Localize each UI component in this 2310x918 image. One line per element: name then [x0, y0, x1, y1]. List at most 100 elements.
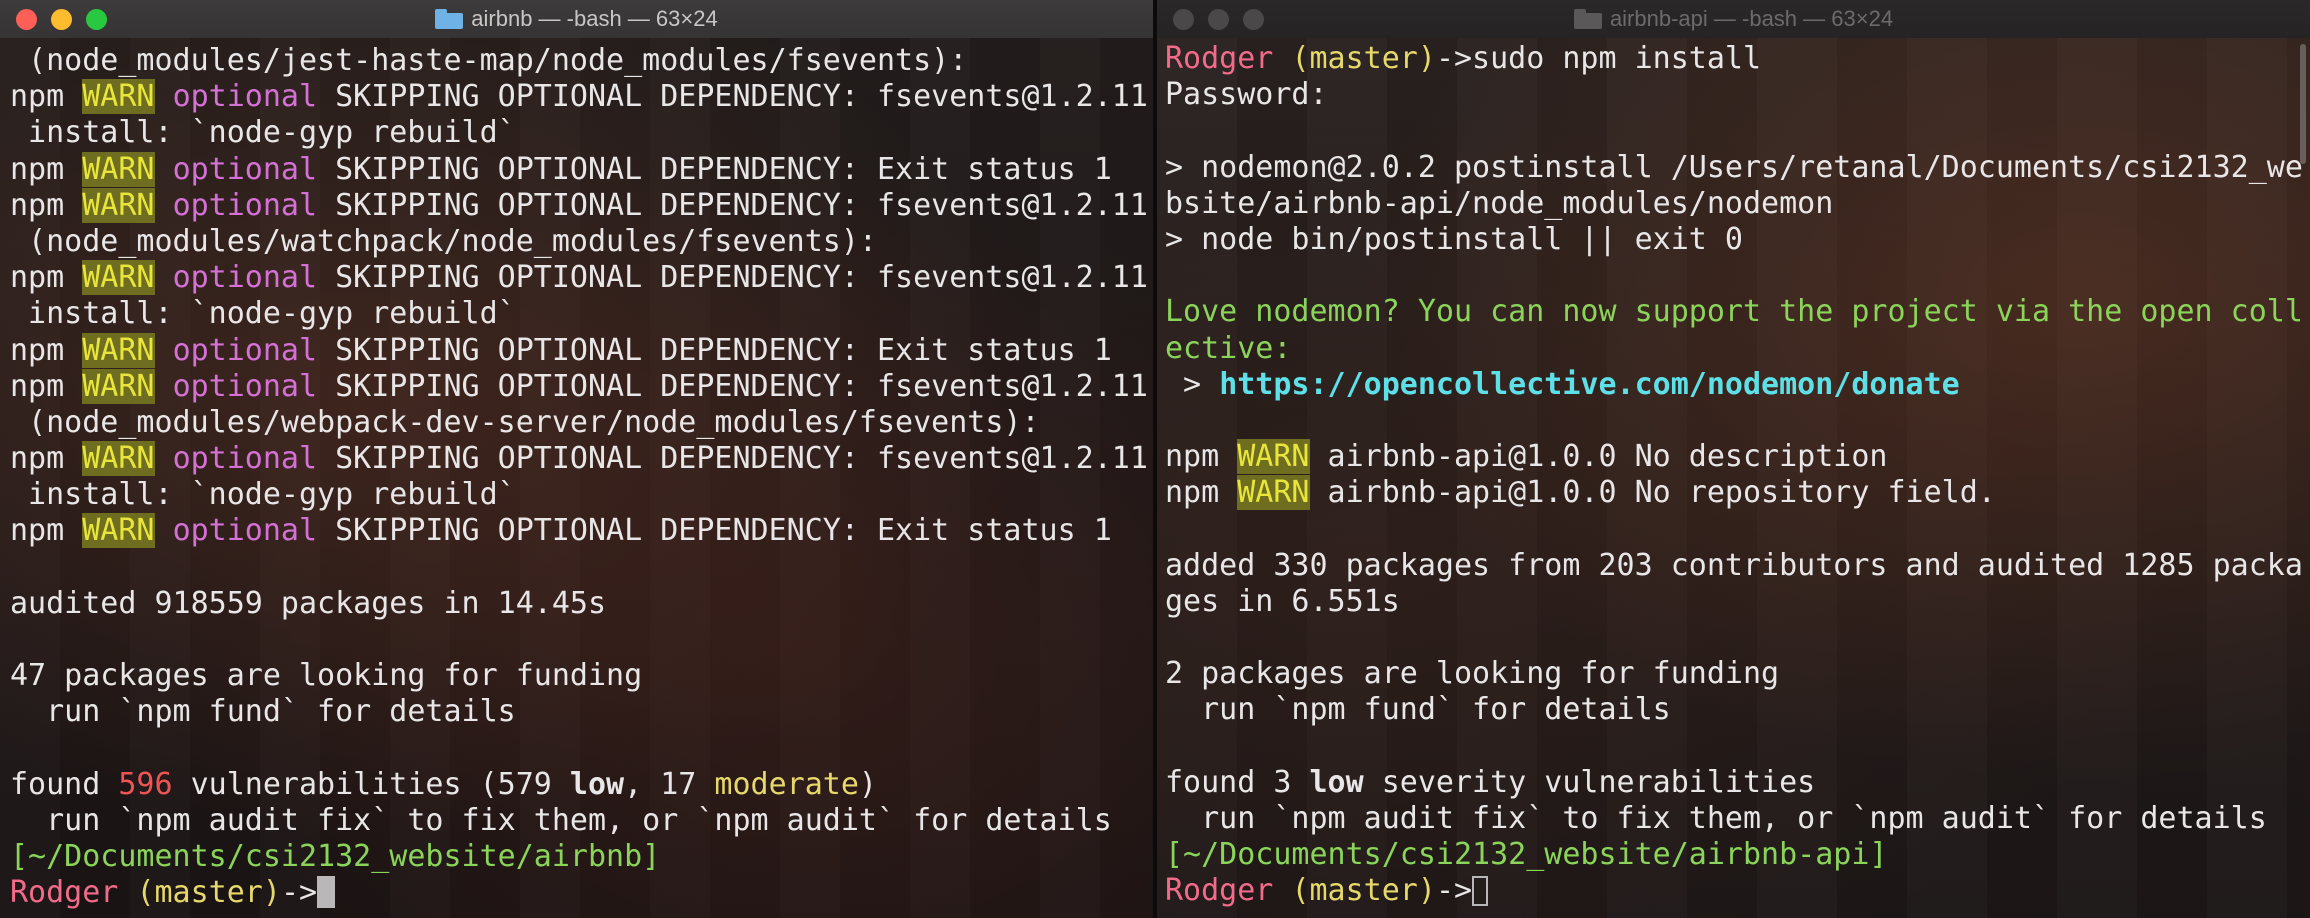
terminal-line: bsite/airbnb-api/node_modules/nodemon: [1165, 186, 2300, 222]
terminal-text: > nodemon@2.0.2 postinstall /Users/retan…: [1165, 149, 2303, 185]
terminal-line: [~/Documents/csi2132_website/airbnb]: [10, 839, 1143, 875]
close-button[interactable]: [16, 9, 37, 30]
window-title: airbnb — -bash — 63×24: [471, 6, 718, 31]
terminal-text: audited 918559 packages in 14.45s: [10, 585, 607, 621]
terminal-text: npm: [10, 368, 83, 404]
terminal-text: run `npm audit fix` to fix them, or `npm…: [1165, 800, 2267, 836]
close-button[interactable]: [1173, 9, 1194, 30]
terminal-line: npm WARN optional SKIPPING OPTIONAL DEPE…: [10, 513, 1143, 549]
terminal-text: ective:: [1165, 330, 1292, 366]
terminal-text: (node_modules/jest-haste-map/node_module…: [10, 43, 968, 78]
terminal-window-airbnb-api[interactable]: airbnb-api — -bash — 63×24 Rodger (maste…: [1157, 0, 2310, 918]
minimize-button[interactable]: [1208, 9, 1229, 30]
terminal-text: (node_modules/watchpack/node_modules/fse…: [10, 223, 877, 259]
terminal-text: optional: [172, 187, 318, 223]
title-bar[interactable]: airbnb-api — -bash — 63×24: [1157, 0, 2310, 38]
terminal-text: found 3: [1165, 764, 1310, 800]
terminal-text: ->sudo npm install: [1435, 41, 1762, 76]
terminal-text: 596: [118, 766, 173, 802]
terminal-text: run `npm audit fix` to fix them, or `npm…: [10, 802, 1112, 838]
terminal-line: (node_modules/jest-haste-map/node_module…: [10, 43, 1143, 79]
terminal-line: npm WARN airbnb-api@1.0.0 No repository …: [1165, 475, 2300, 511]
terminal-text: (master): [1291, 41, 1436, 76]
warn-badge: WARN: [82, 79, 155, 115]
terminal-line: 2 packages are looking for funding: [1165, 656, 2300, 692]
terminal-text: optional: [172, 441, 318, 477]
zoom-button[interactable]: [86, 9, 107, 30]
terminal-text: > node bin/postinstall || exit 0: [1165, 221, 1743, 257]
terminal-line: > nodemon@2.0.2 postinstall /Users/retan…: [1165, 149, 2303, 186]
terminal-text: low: [569, 766, 625, 802]
warn-badge: WARN: [82, 151, 155, 187]
terminal-line: found 3 low severity vulnerabilities: [1165, 765, 2300, 801]
terminal-text: 2 packages are looking for funding: [1165, 656, 1780, 692]
title-bar[interactable]: airbnb — -bash — 63×24: [0, 0, 1153, 38]
terminal-text: install: `node-gyp rebuild`: [10, 115, 516, 151]
terminal-text: optional: [172, 368, 318, 404]
zoom-button[interactable]: [1243, 9, 1264, 30]
terminal-text: SKIPPING OPTIONAL DEPENDENCY: fsevents@1…: [317, 79, 1148, 115]
terminal-text: ): [858, 766, 877, 802]
terminal-line: Rodger (master)->: [1165, 873, 2300, 909]
terminal-line: Rodger (master)->sudo npm install: [1165, 41, 2300, 77]
terminal-text: Password:: [1165, 77, 1328, 113]
terminal-line: (node_modules/webpack-dev-server/node_mo…: [10, 405, 1143, 441]
terminal-line: npm WARN optional SKIPPING OPTIONAL DEPE…: [10, 332, 1143, 369]
terminal-output[interactable]: Rodger (master)->sudo npm install Passwor…: [1165, 41, 2303, 910]
folder-icon: [435, 9, 464, 29]
warn-badge: WARN: [82, 441, 155, 477]
terminal-line: [~/Documents/csi2132_website/airbnb-api]: [1165, 837, 2300, 873]
terminal-line: Password:: [1165, 77, 2300, 113]
terminal-text: install: `node-gyp rebuild`: [10, 477, 516, 513]
terminal-text: SKIPPING OPTIONAL DEPENDENCY: fsevents@1…: [317, 260, 1148, 296]
terminal-line: ges in 6.551s: [1165, 584, 2300, 620]
terminal-text: ges in 6.551s: [1165, 583, 1400, 619]
terminal-line: npm WARN optional SKIPPING OPTIONAL DEPE…: [10, 441, 1148, 477]
terminal-line: (node_modules/watchpack/node_modules/fse…: [10, 224, 1143, 260]
terminal-line: > https://opencollective.com/nodemon/don…: [1165, 367, 2300, 403]
text-cursor[interactable]: [1472, 876, 1489, 907]
terminal-text: Rodger: [10, 875, 119, 911]
terminal-line: install: `node-gyp rebuild`: [10, 115, 1143, 151]
terminal-text: optional: [172, 260, 318, 296]
terminal-line: npm WARN optional SKIPPING OPTIONAL DEPE…: [10, 368, 1148, 405]
terminal-line: Rodger (master)->: [10, 875, 1143, 911]
terminal-text: moderate: [714, 766, 859, 802]
window-title-group: airbnb — -bash — 63×24: [435, 6, 718, 32]
terminal-text: low: [1309, 764, 1364, 800]
terminal-text: run `npm fund` for details: [10, 694, 516, 730]
terminal-output[interactable]: (node_modules/jest-haste-map/node_module…: [10, 43, 1148, 912]
terminal-text: optional: [172, 79, 318, 115]
terminal-text: ->: [280, 875, 318, 911]
terminal-text: https://opencollective.com/nodemon/donat…: [1219, 366, 1960, 402]
terminal-line: 47 packages are looking for funding: [10, 658, 1143, 694]
terminal-line: npm WARN optional SKIPPING OPTIONAL DEPE…: [10, 260, 1148, 296]
terminal-text: optional: [172, 513, 318, 549]
terminal-text: install: `node-gyp rebuild`: [10, 296, 516, 332]
terminal-line: npm WARN optional SKIPPING OPTIONAL DEPE…: [10, 187, 1148, 224]
minimize-button[interactable]: [51, 9, 72, 30]
terminal-text: Rodger: [1165, 41, 1274, 76]
terminal-text: SKIPPING OPTIONAL DEPENDENCY: Exit statu…: [317, 332, 1112, 368]
terminal-window-airbnb[interactable]: airbnb — -bash — 63×24 (node_modules/jes…: [0, 0, 1153, 918]
terminal-text: (master): [136, 875, 281, 911]
terminal-line: run `npm audit fix` to fix them, or `npm…: [1165, 801, 2300, 837]
terminal-text: npm: [10, 187, 83, 223]
scrollbar[interactable]: [2300, 44, 2306, 164]
terminal-text: airbnb-api@1.0.0 No repository field.: [1309, 475, 1996, 511]
terminal-text: npm: [10, 332, 83, 368]
terminal-text: severity vulnerabilities: [1363, 764, 1816, 800]
text-cursor[interactable]: [317, 876, 336, 909]
